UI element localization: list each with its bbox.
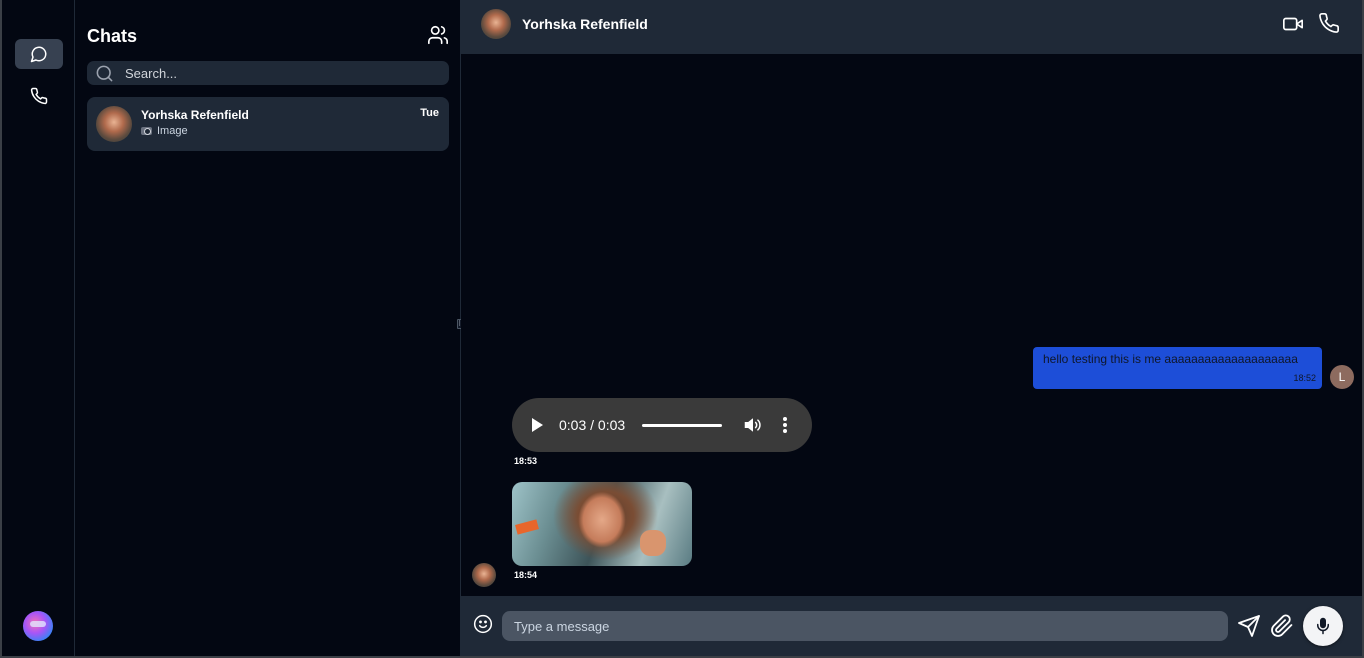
message-time: 18:53 — [514, 456, 538, 466]
chat-last-message: Image — [141, 125, 188, 137]
more-options-icon[interactable] — [783, 417, 787, 433]
search-bar — [87, 61, 449, 85]
contact-avatar — [96, 106, 132, 142]
send-icon[interactable] — [1237, 614, 1261, 638]
voice-call-icon[interactable] — [1318, 12, 1340, 34]
contact-avatar[interactable] — [481, 9, 511, 39]
chat-preview-text: Image — [157, 125, 188, 137]
image-message[interactable] — [512, 482, 692, 566]
sender-avatar: L — [1330, 365, 1354, 389]
message-text: hello testing this is me aaaaaaaaaaaaaaa… — [1043, 352, 1298, 366]
audio-progress-slider[interactable] — [642, 424, 722, 427]
search-input[interactable] — [125, 61, 445, 85]
volume-icon[interactable] — [744, 416, 762, 434]
conversation-panel: Yorhska Refenfield hello testing this is… — [461, 0, 1362, 656]
message-input[interactable] — [502, 611, 1228, 641]
contact-name[interactable]: Yorhska Refenfield — [522, 16, 648, 32]
sender-avatar — [472, 563, 496, 587]
chat-bubble-icon — [30, 46, 47, 63]
record-voice-button[interactable] — [1303, 606, 1343, 646]
current-user-avatar[interactable] — [23, 611, 53, 641]
emoji-icon[interactable] — [473, 614, 493, 634]
message-time: 18:54 — [514, 570, 538, 580]
new-group-icon[interactable] — [427, 24, 449, 46]
video-call-icon[interactable] — [1281, 13, 1305, 35]
search-icon — [96, 65, 113, 82]
chat-list-panel: Chats Yorhska Refenfield Image Tue — [75, 0, 461, 656]
chats-nav-button[interactable] — [15, 39, 63, 69]
chats-title: Chats — [87, 26, 138, 46]
chat-list-item[interactable]: Yorhska Refenfield Image Tue — [87, 97, 449, 151]
microphone-icon — [1317, 617, 1329, 635]
message-composer — [461, 596, 1362, 656]
conversation-header: Yorhska Refenfield — [461, 0, 1362, 54]
phone-icon — [30, 87, 48, 105]
camera-icon — [141, 127, 152, 135]
app-window: Chats Yorhska Refenfield Image Tue ⠿ — [2, 0, 1362, 656]
audio-time-readout: 0:03 / 0:03 — [559, 417, 626, 433]
message-time: 18:52 — [1293, 373, 1316, 383]
audio-player: 0:03 / 0:03 — [512, 398, 812, 452]
nav-rail — [2, 0, 75, 656]
paperclip-icon[interactable] — [1270, 614, 1294, 638]
calls-nav-button[interactable] — [15, 81, 63, 111]
outgoing-message-bubble[interactable]: hello testing this is me aaaaaaaaaaaaaaa… — [1033, 347, 1322, 389]
chat-time: Tue — [420, 107, 439, 119]
play-button[interactable] — [532, 418, 543, 432]
chat-contact-name: Yorhska Refenfield — [141, 108, 249, 122]
